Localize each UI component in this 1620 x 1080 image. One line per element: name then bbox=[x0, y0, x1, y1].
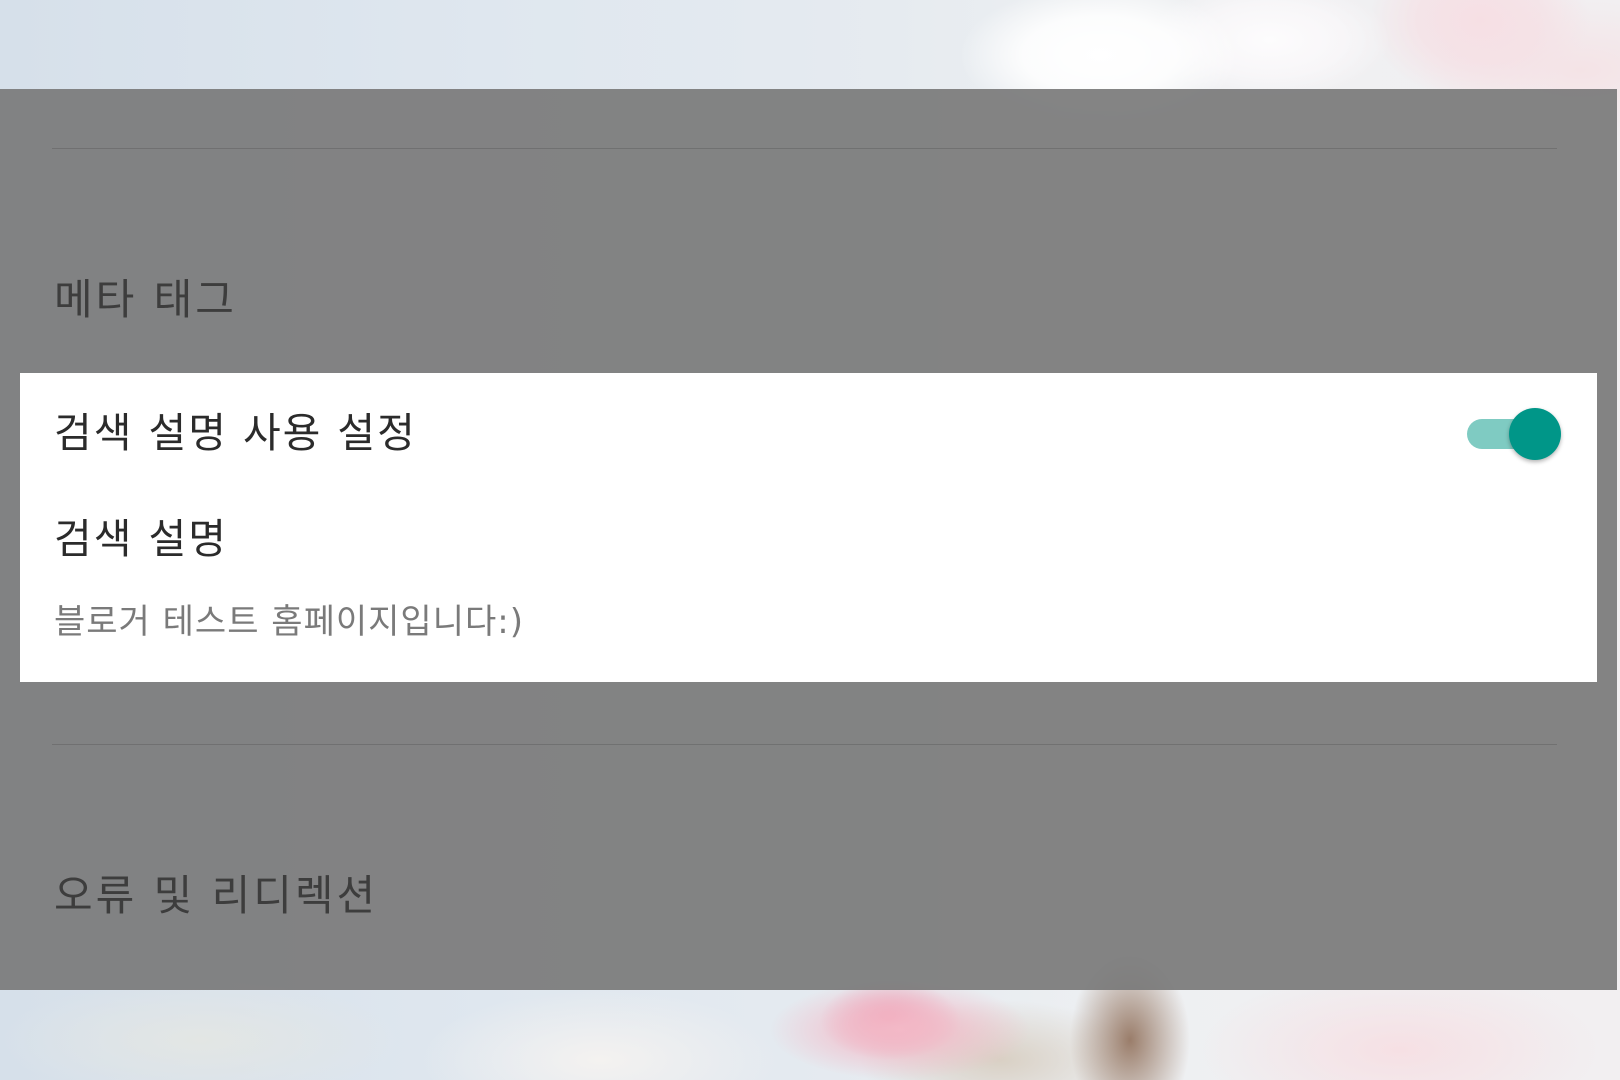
search-description-enable-row[interactable]: 검색 설명 사용 설정 bbox=[20, 373, 1597, 483]
search-description-enable-label: 검색 설명 사용 설정 bbox=[54, 409, 417, 457]
search-description-label: 검색 설명 bbox=[54, 515, 228, 563]
section-title-meta-tags: 메타 태그 bbox=[54, 275, 237, 324]
search-description-row[interactable]: 검색 설명 블로거 테스트 홈페이지입니다:) bbox=[20, 483, 1597, 682]
search-description-toggle[interactable] bbox=[1467, 407, 1563, 461]
section-title-errors-redirects[interactable]: 오류 및 리디렉션 bbox=[54, 875, 378, 917]
section-divider bbox=[52, 744, 1557, 745]
toggle-thumb bbox=[1509, 408, 1561, 460]
section-divider bbox=[52, 148, 1557, 149]
search-description-value: 블로거 테스트 홈페이지입니다:) bbox=[54, 602, 524, 642]
highlighted-settings-card: 검색 설명 사용 설정 검색 설명 블로거 테스트 홈페이지입니다:) bbox=[20, 373, 1597, 682]
